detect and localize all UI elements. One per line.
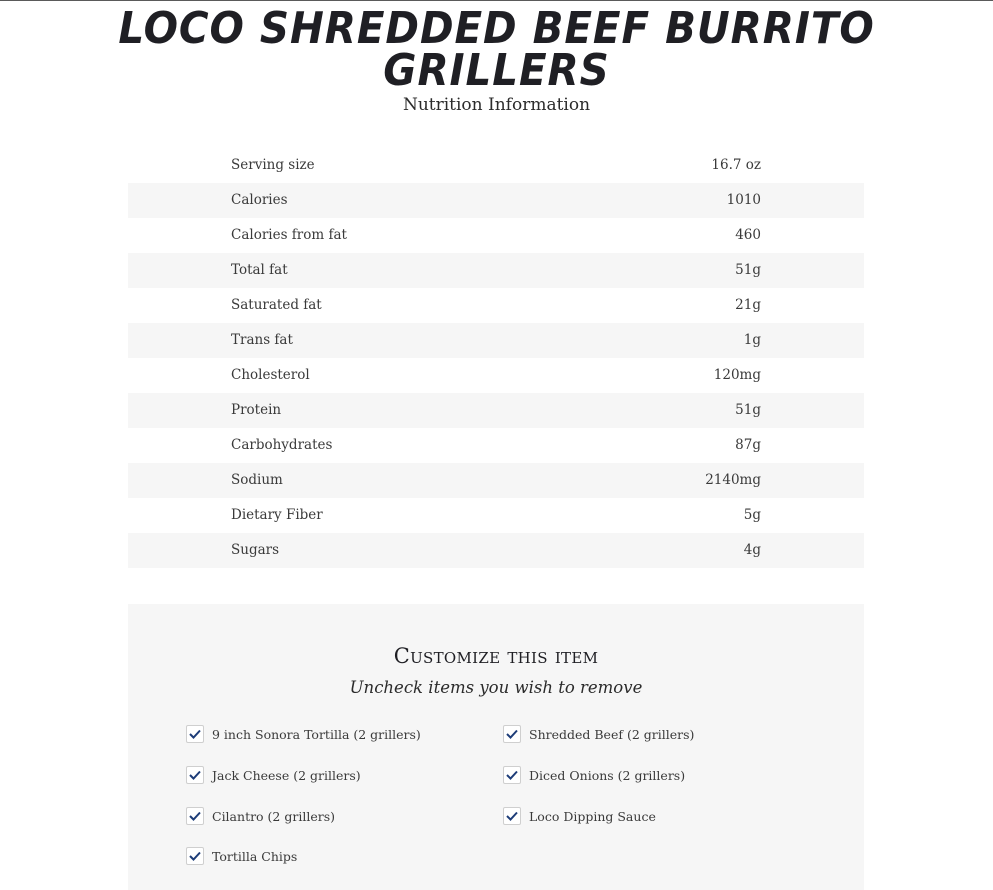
nutrition-row-carbohydrates: Carbohydrates 87g bbox=[128, 428, 864, 463]
nutrition-row-saturated-fat: Saturated fat 21g bbox=[128, 288, 864, 323]
option-shredded-beef[interactable]: Shredded Beef (2 grillers) bbox=[503, 725, 694, 743]
nutrition-value: 120mg bbox=[713, 367, 761, 383]
nutrition-label: Dietary Fiber bbox=[231, 507, 323, 523]
nutrition-value: 21g bbox=[735, 297, 761, 313]
option-label: Loco Dipping Sauce bbox=[529, 808, 656, 824]
checkmark-icon bbox=[506, 770, 518, 780]
option-label: Tortilla Chips bbox=[212, 848, 298, 864]
option-sonora-tortilla[interactable]: 9 inch Sonora Tortilla (2 grillers) bbox=[186, 725, 421, 743]
nutrition-value: 1010 bbox=[726, 192, 761, 208]
option-checkbox[interactable] bbox=[503, 807, 521, 825]
nutrition-label: Saturated fat bbox=[231, 297, 322, 313]
nutrition-label: Serving size bbox=[231, 157, 315, 173]
option-checkbox[interactable] bbox=[503, 725, 521, 743]
customize-panel: Customize this item Uncheck items you wi… bbox=[128, 604, 864, 890]
nutrition-label: Trans fat bbox=[231, 332, 293, 348]
option-label: Shredded Beef (2 grillers) bbox=[529, 726, 695, 742]
option-checkbox[interactable] bbox=[186, 807, 204, 825]
nutrition-label: Carbohydrates bbox=[231, 437, 333, 453]
nutrition-row-dietary-fiber: Dietary Fiber 5g bbox=[128, 498, 864, 533]
option-checkbox[interactable] bbox=[186, 725, 204, 743]
option-cilantro[interactable]: Cilantro (2 grillers) bbox=[186, 807, 335, 825]
option-tortilla-chips[interactable]: Tortilla Chips bbox=[186, 847, 297, 865]
nutrition-label: Calories bbox=[231, 192, 288, 208]
option-loco-dipping-sauce[interactable]: Loco Dipping Sauce bbox=[503, 807, 656, 825]
page-title: LOCO SHREDDED BEEF BURRITO GRILLERS bbox=[118, 3, 875, 96]
nutrition-row-total-fat: Total fat 51g bbox=[128, 253, 864, 288]
option-label: Diced Onions (2 grillers) bbox=[529, 767, 686, 783]
checkmark-icon bbox=[506, 811, 518, 821]
nutrition-row-calories: Calories 1010 bbox=[128, 183, 864, 218]
option-label: Jack Cheese (2 grillers) bbox=[212, 767, 361, 783]
checkmark-icon bbox=[189, 729, 201, 739]
nutrition-label: Calories from fat bbox=[231, 227, 347, 243]
nutrition-value: 1g bbox=[743, 332, 761, 348]
nutrition-row-sugars: Sugars 4g bbox=[128, 533, 864, 568]
option-checkbox[interactable] bbox=[503, 766, 521, 784]
checkmark-icon bbox=[189, 851, 201, 861]
nutrition-row-calories-from-fat: Calories from fat 460 bbox=[128, 218, 864, 253]
nutrition-row-cholesterol: Cholesterol 120mg bbox=[128, 358, 864, 393]
option-checkbox[interactable] bbox=[186, 766, 204, 784]
nutrition-label: Total fat bbox=[231, 262, 288, 278]
nutrition-value: 4g bbox=[743, 542, 761, 558]
option-diced-onions[interactable]: Diced Onions (2 grillers) bbox=[503, 766, 685, 784]
nutrition-label: Protein bbox=[231, 402, 282, 418]
nutrition-label: Cholesterol bbox=[231, 367, 310, 383]
nutrition-value: 51g bbox=[735, 402, 761, 418]
nutrition-row-serving-size: Serving size 16.7 oz bbox=[128, 148, 864, 183]
customize-subtitle: Uncheck items you wish to remove bbox=[349, 678, 643, 697]
top-divider bbox=[0, 0, 993, 1]
checkmark-icon bbox=[189, 811, 201, 821]
option-label: Cilantro (2 grillers) bbox=[212, 808, 335, 824]
option-checkbox[interactable] bbox=[186, 847, 204, 865]
checkmark-icon bbox=[189, 770, 201, 780]
option-jack-cheese[interactable]: Jack Cheese (2 grillers) bbox=[186, 766, 361, 784]
nutrition-row-trans-fat: Trans fat 1g bbox=[128, 323, 864, 358]
nutrition-table: Serving size 16.7 oz Calories 1010 Calor… bbox=[128, 148, 864, 568]
page-subtitle: Nutrition Information bbox=[402, 95, 591, 115]
nutrition-value: 5g bbox=[743, 507, 761, 523]
nutrition-value: 51g bbox=[735, 262, 761, 278]
nutrition-label: Sugars bbox=[231, 542, 280, 558]
option-label: 9 inch Sonora Tortilla (2 grillers) bbox=[212, 726, 421, 742]
nutrition-value: 87g bbox=[735, 437, 761, 453]
nutrition-value: 2140mg bbox=[705, 472, 761, 488]
checkmark-icon bbox=[506, 729, 518, 739]
nutrition-value: 16.7 oz bbox=[711, 157, 761, 173]
nutrition-row-sodium: Sodium 2140mg bbox=[128, 463, 864, 498]
nutrition-label: Sodium bbox=[231, 472, 283, 488]
nutrition-row-protein: Protein 51g bbox=[128, 393, 864, 428]
nutrition-value: 460 bbox=[735, 227, 761, 243]
customize-title: Customize this item bbox=[393, 644, 599, 668]
